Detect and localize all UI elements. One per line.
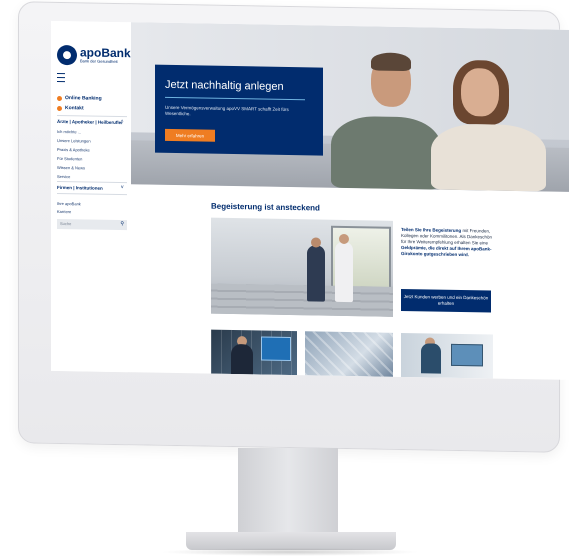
photo-person-1 — [307, 245, 325, 302]
browser-screen: apoBank Bank der Gesundheit Online Banki… — [51, 20, 569, 380]
search-placeholder: Suche — [60, 221, 72, 227]
mehr-erfahren-button[interactable]: Mehr erfahren — [165, 128, 215, 142]
referral-text: Teilen Sie Ihre Begeisterung mit Freunde… — [401, 227, 497, 259]
sidebar-section-aerzte[interactable]: Ärzte | Apotheker | Heilberufler — [57, 119, 123, 125]
teaser-thumbnail-2[interactable] — [305, 331, 393, 377]
hero-divider — [165, 96, 305, 101]
hero-person-man-hair — [371, 52, 411, 72]
photo-steps — [211, 283, 393, 317]
sidebar-link[interactable]: Wissen & News — [57, 165, 85, 170]
sidebar-link[interactable]: Praxis & Apotheke — [57, 147, 90, 153]
search-icon[interactable]: ⚲ — [120, 221, 124, 227]
hero-promo-box: Jetzt nachhaltig anlegen Unsere Vermögen… — [155, 64, 323, 156]
photo-person-2-head — [339, 233, 349, 245]
chevron-down-icon[interactable]: v — [121, 184, 124, 190]
monitor-shadow — [160, 548, 420, 556]
hero-text: Unsere Vermögensverwaltung apoVV SMART s… — [165, 104, 289, 117]
brand-name: apoBank — [80, 45, 131, 61]
teaser-thumbnail-3[interactable] — [401, 332, 493, 379]
apobank-logo-icon — [57, 44, 77, 66]
quick-link-label: Online Banking — [65, 95, 102, 102]
quick-link-label: Kontakt — [65, 105, 84, 112]
sidebar-link[interactable]: Service — [57, 174, 70, 179]
thumb-person — [421, 343, 441, 374]
thumb-screen — [261, 336, 291, 362]
apobank-logo[interactable]: apoBank Bank der Gesundheit — [57, 44, 131, 66]
thumb-pattern — [305, 331, 393, 377]
quick-link-online-banking[interactable]: Online Banking — [57, 95, 102, 102]
thumb-person — [231, 343, 253, 375]
hero-person-man — [331, 115, 441, 190]
sidebar-link[interactable]: Ich möchte ... — [57, 129, 81, 134]
sidebar-link-karriere[interactable]: Karriere — [57, 209, 71, 214]
sidebar-link[interactable]: Für Studenten — [57, 156, 82, 161]
sidebar: apoBank Bank der Gesundheit Online Banki… — [51, 20, 131, 373]
teaser-thumbnail-1[interactable] — [211, 329, 297, 376]
section-title: Begeisterung ist ansteckend — [211, 201, 320, 213]
sidebar-divider — [57, 192, 127, 196]
sidebar-link-ihre-apobank[interactable]: Ihre apoBank — [57, 201, 81, 206]
monitor-frame: apoBank Bank der Gesundheit Online Banki… — [18, 1, 569, 453]
sidebar-divider — [57, 180, 127, 184]
hero-title: Jetzt nachhaltig anlegen — [165, 78, 284, 93]
referral-text-bold-2: Geldprämie, die direkt auf Ihrem apoBank… — [401, 244, 492, 258]
monitor-stand-neck — [238, 448, 338, 536]
hero-person-woman — [431, 123, 546, 192]
thumb-monitor — [451, 343, 483, 367]
arrow-circle-icon — [57, 95, 62, 101]
sidebar-divider — [57, 114, 127, 118]
sidebar-section-firmen[interactable]: Firmen | Institutionen — [57, 185, 103, 191]
referral-text-bold-1: Teilen Sie Ihre Begeisterung — [401, 226, 462, 234]
search-input[interactable]: Suche ⚲ — [57, 218, 127, 231]
kunden-werben-button[interactable]: Jetzt Kunden werben und ein Dankeschön e… — [401, 288, 491, 313]
arrow-circle-icon — [57, 105, 62, 111]
photo-person-2 — [335, 241, 353, 303]
hamburger-menu-icon[interactable] — [57, 72, 65, 83]
chevron-up-icon[interactable]: ^ — [121, 119, 123, 125]
quick-link-kontakt[interactable]: Kontakt — [57, 105, 84, 111]
sidebar-link[interactable]: Unsere Leistungen — [57, 138, 91, 144]
photo-person-1-head — [311, 237, 321, 248]
referral-photo — [211, 217, 393, 317]
hero-person-woman-head — [461, 68, 499, 117]
